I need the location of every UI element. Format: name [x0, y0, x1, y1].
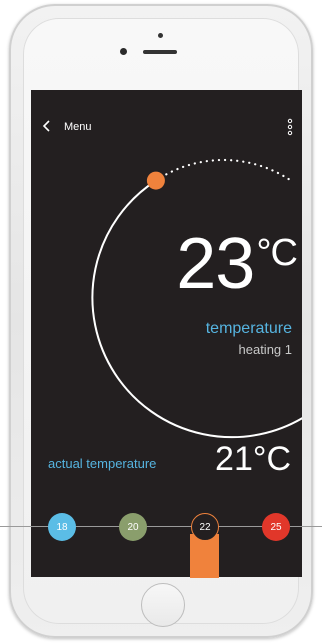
stage: Menu 23°C temperature heating 1 actual t… [0, 0, 322, 643]
mode-label: temperature [205, 320, 292, 337]
proximity-sensor [158, 33, 163, 38]
preset-button-25[interactable]: 25 [262, 513, 290, 541]
dial-arc-active [91, 179, 302, 439]
dial-arc-remaining [154, 158, 295, 184]
actual-temperature-value: 21°C [215, 440, 291, 478]
front-camera [120, 48, 127, 55]
earpiece-speaker [143, 50, 177, 54]
setpoint-unit: °C [256, 232, 298, 274]
home-button[interactable] [141, 583, 185, 627]
preset-button-20[interactable]: 20 [119, 513, 147, 541]
setpoint-value: 23 [176, 224, 255, 304]
actual-temperature-label: actual temperature [48, 456, 157, 471]
preset-button-22[interactable]: 22 [191, 513, 219, 541]
preset-button-18[interactable]: 18 [48, 513, 76, 541]
setpoint-display: 23°C [137, 224, 298, 304]
dial-handle[interactable] [146, 171, 165, 190]
app-screen: Menu 23°C temperature heating 1 actual t… [31, 90, 302, 577]
zone-label: heating 1 [238, 342, 293, 357]
